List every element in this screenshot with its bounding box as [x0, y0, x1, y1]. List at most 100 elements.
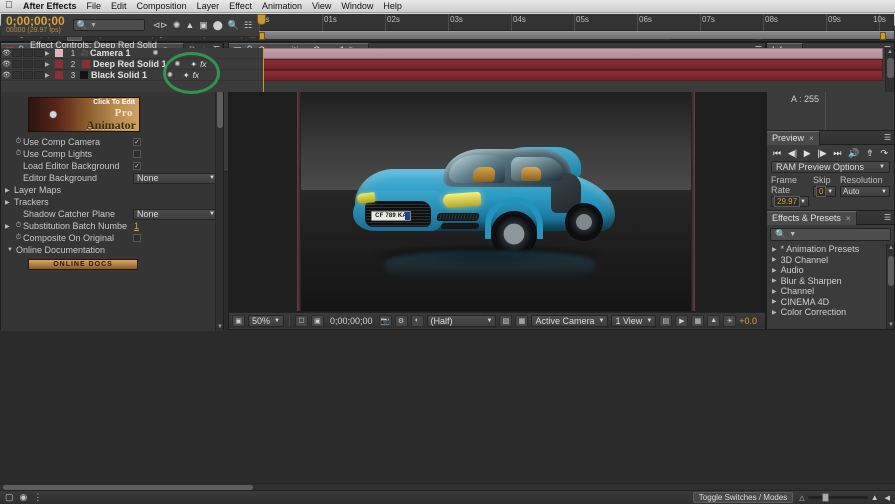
tab-effects-presets[interactable]: Effects & Presets × [767, 210, 857, 225]
shy-switch-icon[interactable]: ✺ [175, 60, 181, 68]
property-load-editor-background[interactable]: Load Editor Background ✓ [1, 160, 223, 172]
previous-frame-button[interactable]: ◀| [788, 148, 797, 159]
timeline-track-area[interactable]: ▲ [259, 48, 894, 92]
resolution-dropdown[interactable]: (Half) ▼ [426, 314, 497, 327]
fx-badge[interactable]: fx [193, 71, 199, 80]
current-time-indicator[interactable] [257, 14, 266, 25]
timeline-jump-icon[interactable]: ▦ [691, 314, 705, 327]
always-preview-icon[interactable]: ▣ [232, 314, 245, 327]
effects-search-input[interactable]: 🔍 ▼ [770, 228, 891, 241]
show-snapshot-icon[interactable]: ⚙ [394, 314, 408, 327]
show-channel-icon[interactable]: ◐ [410, 314, 424, 327]
layer-label-swatch[interactable] [55, 49, 63, 57]
stopwatch-icon[interactable]: ⏱ [14, 234, 23, 242]
layer-name[interactable]: Camera 1 [90, 48, 131, 58]
audio-toggle-cell[interactable] [12, 71, 22, 79]
frame-rate-value[interactable]: 29.97 [774, 196, 801, 207]
shy-switch-icon[interactable]: ✺ [167, 71, 173, 79]
effects-switch-icon[interactable]: ✦ [190, 60, 197, 69]
twirl-right-icon[interactable]: ▶ [5, 223, 14, 230]
property-composite-on-original[interactable]: ⏱ Composite On Original [1, 232, 223, 244]
ram-preview-options-dropdown[interactable]: RAM Preview Options ▼ [771, 161, 890, 173]
motion-blur-footer-icon[interactable]: ⋮ [33, 492, 42, 503]
menu-item-window[interactable]: Window [336, 0, 378, 13]
effects-category-list[interactable]: ▶ * Animation Presets ▶ 3D Channel ▶ Aud… [767, 244, 894, 329]
property-substitution-batch-number[interactable]: ▶ ⏱ Substitution Batch Numbe 1 [1, 220, 223, 232]
close-icon[interactable]: × [809, 134, 814, 143]
twirl-right-icon[interactable]: ▶ [5, 199, 14, 206]
menu-item-composition[interactable]: Composition [132, 0, 192, 13]
list-item[interactable]: ▶ * Animation Presets [767, 244, 894, 255]
take-snapshot-icon[interactable]: 📷 [378, 314, 392, 327]
layer-label-swatch[interactable] [55, 60, 63, 68]
video-toggle-icon[interactable]: 👁 [1, 60, 12, 68]
play-button[interactable]: ▶ [804, 148, 811, 159]
dropdown-editor-background[interactable]: None ▼ [133, 172, 219, 184]
resolution-dropdown[interactable]: Auto ▼ [840, 186, 890, 197]
list-item[interactable]: ▶ Channel [767, 286, 894, 297]
twirl-right-icon[interactable]: ▶ [772, 246, 777, 253]
fx-badge[interactable]: fx [200, 60, 206, 69]
dropdown-shadow-catcher-plane[interactable]: None ▼ [133, 208, 219, 220]
lock-toggle-cell[interactable] [34, 49, 44, 57]
skip-dropdown[interactable]: 0 ▼ [812, 186, 837, 197]
ram-preview-button[interactable]: ⇮ [866, 148, 874, 159]
zoom-in-icon[interactable]: ▲ [871, 493, 879, 502]
group-online-documentation[interactable]: ▼ Online Documentation [1, 244, 223, 256]
stopwatch-icon[interactable]: ⏱ [14, 222, 23, 230]
exposure-value[interactable]: +0.0 [739, 316, 757, 326]
twirl-right-icon[interactable]: ▶ [5, 187, 14, 194]
skip-value[interactable]: 0 [815, 186, 827, 197]
scroll-up-icon[interactable]: ▲ [888, 245, 894, 251]
work-area-end-handle[interactable] [880, 32, 886, 40]
proanimator-banner[interactable]: Click To Edit Pro Animator [28, 97, 140, 132]
scrollbar-thumb[interactable] [888, 256, 894, 286]
solo-toggle-cell[interactable] [23, 49, 33, 57]
checkbox-composite-on-original[interactable] [133, 234, 141, 242]
composition-render-viewport[interactable]: CF 789 KA [297, 87, 695, 311]
view-layout-dropdown[interactable]: Active Camera ▼ [531, 314, 609, 327]
comp-flowchart-icon[interactable]: ▢ [5, 492, 14, 503]
region-of-interest-icon[interactable]: ▧ [499, 314, 513, 327]
current-time-value[interactable]: 0;00;00;00 [6, 15, 65, 27]
menu-item-after-effects[interactable]: After Effects [18, 0, 82, 13]
timeline-horizontal-scrollbar[interactable] [0, 483, 895, 490]
chevron-down-icon[interactable]: ▼ [90, 22, 97, 29]
group-layer-maps[interactable]: ▶ Layer Maps [1, 184, 223, 196]
frame-blending-icon[interactable]: ▣ [199, 20, 208, 31]
tab-preview[interactable]: Preview × [767, 130, 820, 145]
list-item[interactable]: ▶ Audio [767, 265, 894, 276]
solo-toggle-cell[interactable] [23, 71, 33, 79]
layer-bar-deep-red-solid-1[interactable] [263, 59, 883, 70]
list-item[interactable]: ▶ Blur & Sharpen [767, 276, 894, 287]
stopwatch-icon[interactable]: ⏱ [14, 138, 23, 146]
panel-menu-icon[interactable]: ☰ [884, 133, 891, 142]
menu-item-effect[interactable]: Effect [224, 0, 257, 13]
work-area-start-handle[interactable] [259, 32, 265, 40]
checkbox-use-comp-lights[interactable] [133, 150, 141, 158]
scroll-down-icon[interactable]: ▼ [888, 322, 894, 328]
views-dropdown[interactable]: 1 View ▼ [611, 314, 657, 327]
loop-button[interactable]: ↷ [880, 148, 888, 159]
timeline-ruler[interactable]: 0s 01s 02s 03s 04s 05s 06s 07s 08s 09s [257, 14, 894, 31]
last-frame-button[interactable]: ⏭ [833, 148, 841, 159]
list-item[interactable]: ▶ 3D Channel [767, 255, 894, 266]
apple-menu-icon[interactable]:  [0, 1, 18, 11]
timeline-vertical-scrollbar[interactable]: ▲ [885, 48, 894, 92]
zoom-thumb[interactable] [821, 493, 829, 502]
layer-name[interactable]: Deep Red Solid 1 [93, 59, 167, 69]
next-frame-button[interactable]: |▶ [817, 148, 826, 159]
scroll-up-icon[interactable]: ▲ [887, 49, 893, 55]
choose-grid-guide-icon[interactable]: ☐ [294, 314, 308, 327]
close-icon[interactable]: × [846, 214, 851, 223]
chevron-down-icon[interactable]: ▼ [789, 231, 796, 238]
lock-toggle-cell[interactable] [34, 71, 44, 79]
zoom-out-icon[interactable]: △ [799, 494, 804, 502]
zoom-track[interactable] [807, 493, 868, 502]
twirl-right-icon[interactable]: ▶ [772, 298, 777, 305]
twirl-right-icon[interactable]: ▶ [45, 72, 55, 79]
magnification-dropdown[interactable]: 50% ▼ [248, 314, 284, 327]
toggle-switches-modes-button[interactable]: Toggle Switches / Modes [692, 492, 794, 503]
solo-toggle-cell[interactable] [23, 60, 33, 68]
video-toggle-icon[interactable]: 👁 [1, 49, 12, 57]
